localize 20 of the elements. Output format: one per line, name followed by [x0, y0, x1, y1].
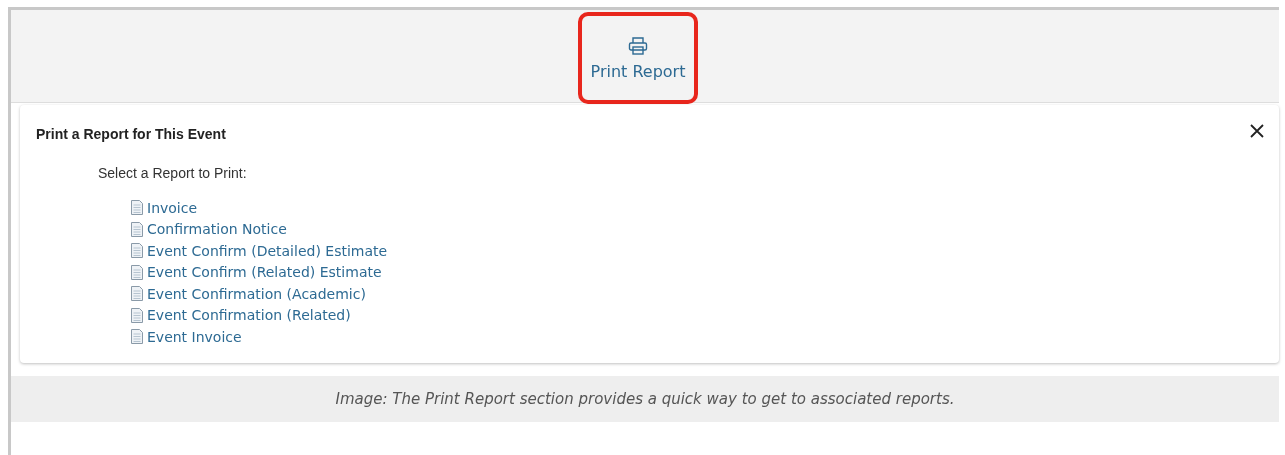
- document-icon: [130, 329, 144, 345]
- document-icon: [130, 243, 144, 259]
- document-icon: [130, 307, 144, 323]
- report-link[interactable]: Invoice: [147, 199, 198, 216]
- report-link[interactable]: Event Confirm (Related) Estimate: [147, 264, 382, 281]
- close-icon[interactable]: [1249, 123, 1265, 139]
- document-icon: [130, 221, 144, 237]
- document-icon: [130, 200, 144, 216]
- image-caption: Image: The Print Report section provides a quick way to get to associated reports.: [335, 390, 955, 408]
- report-prompt: Select a Report to Print:: [98, 165, 248, 181]
- print-report-button[interactable]: Print Report: [578, 12, 698, 104]
- report-link[interactable]: Event Confirmation (Related): [147, 307, 351, 324]
- report-link[interactable]: Event Confirmation (Academic): [147, 285, 366, 302]
- panel-title: Print a Report for This Event: [36, 126, 226, 142]
- report-link[interactable]: Event Invoice: [147, 328, 242, 345]
- document-icon: [130, 264, 144, 280]
- document-icon: [130, 286, 144, 302]
- report-link[interactable]: Event Confirm (Detailed) Estimate: [147, 242, 388, 259]
- report-link[interactable]: Confirmation Notice: [147, 221, 287, 238]
- printer-icon: [628, 35, 648, 56]
